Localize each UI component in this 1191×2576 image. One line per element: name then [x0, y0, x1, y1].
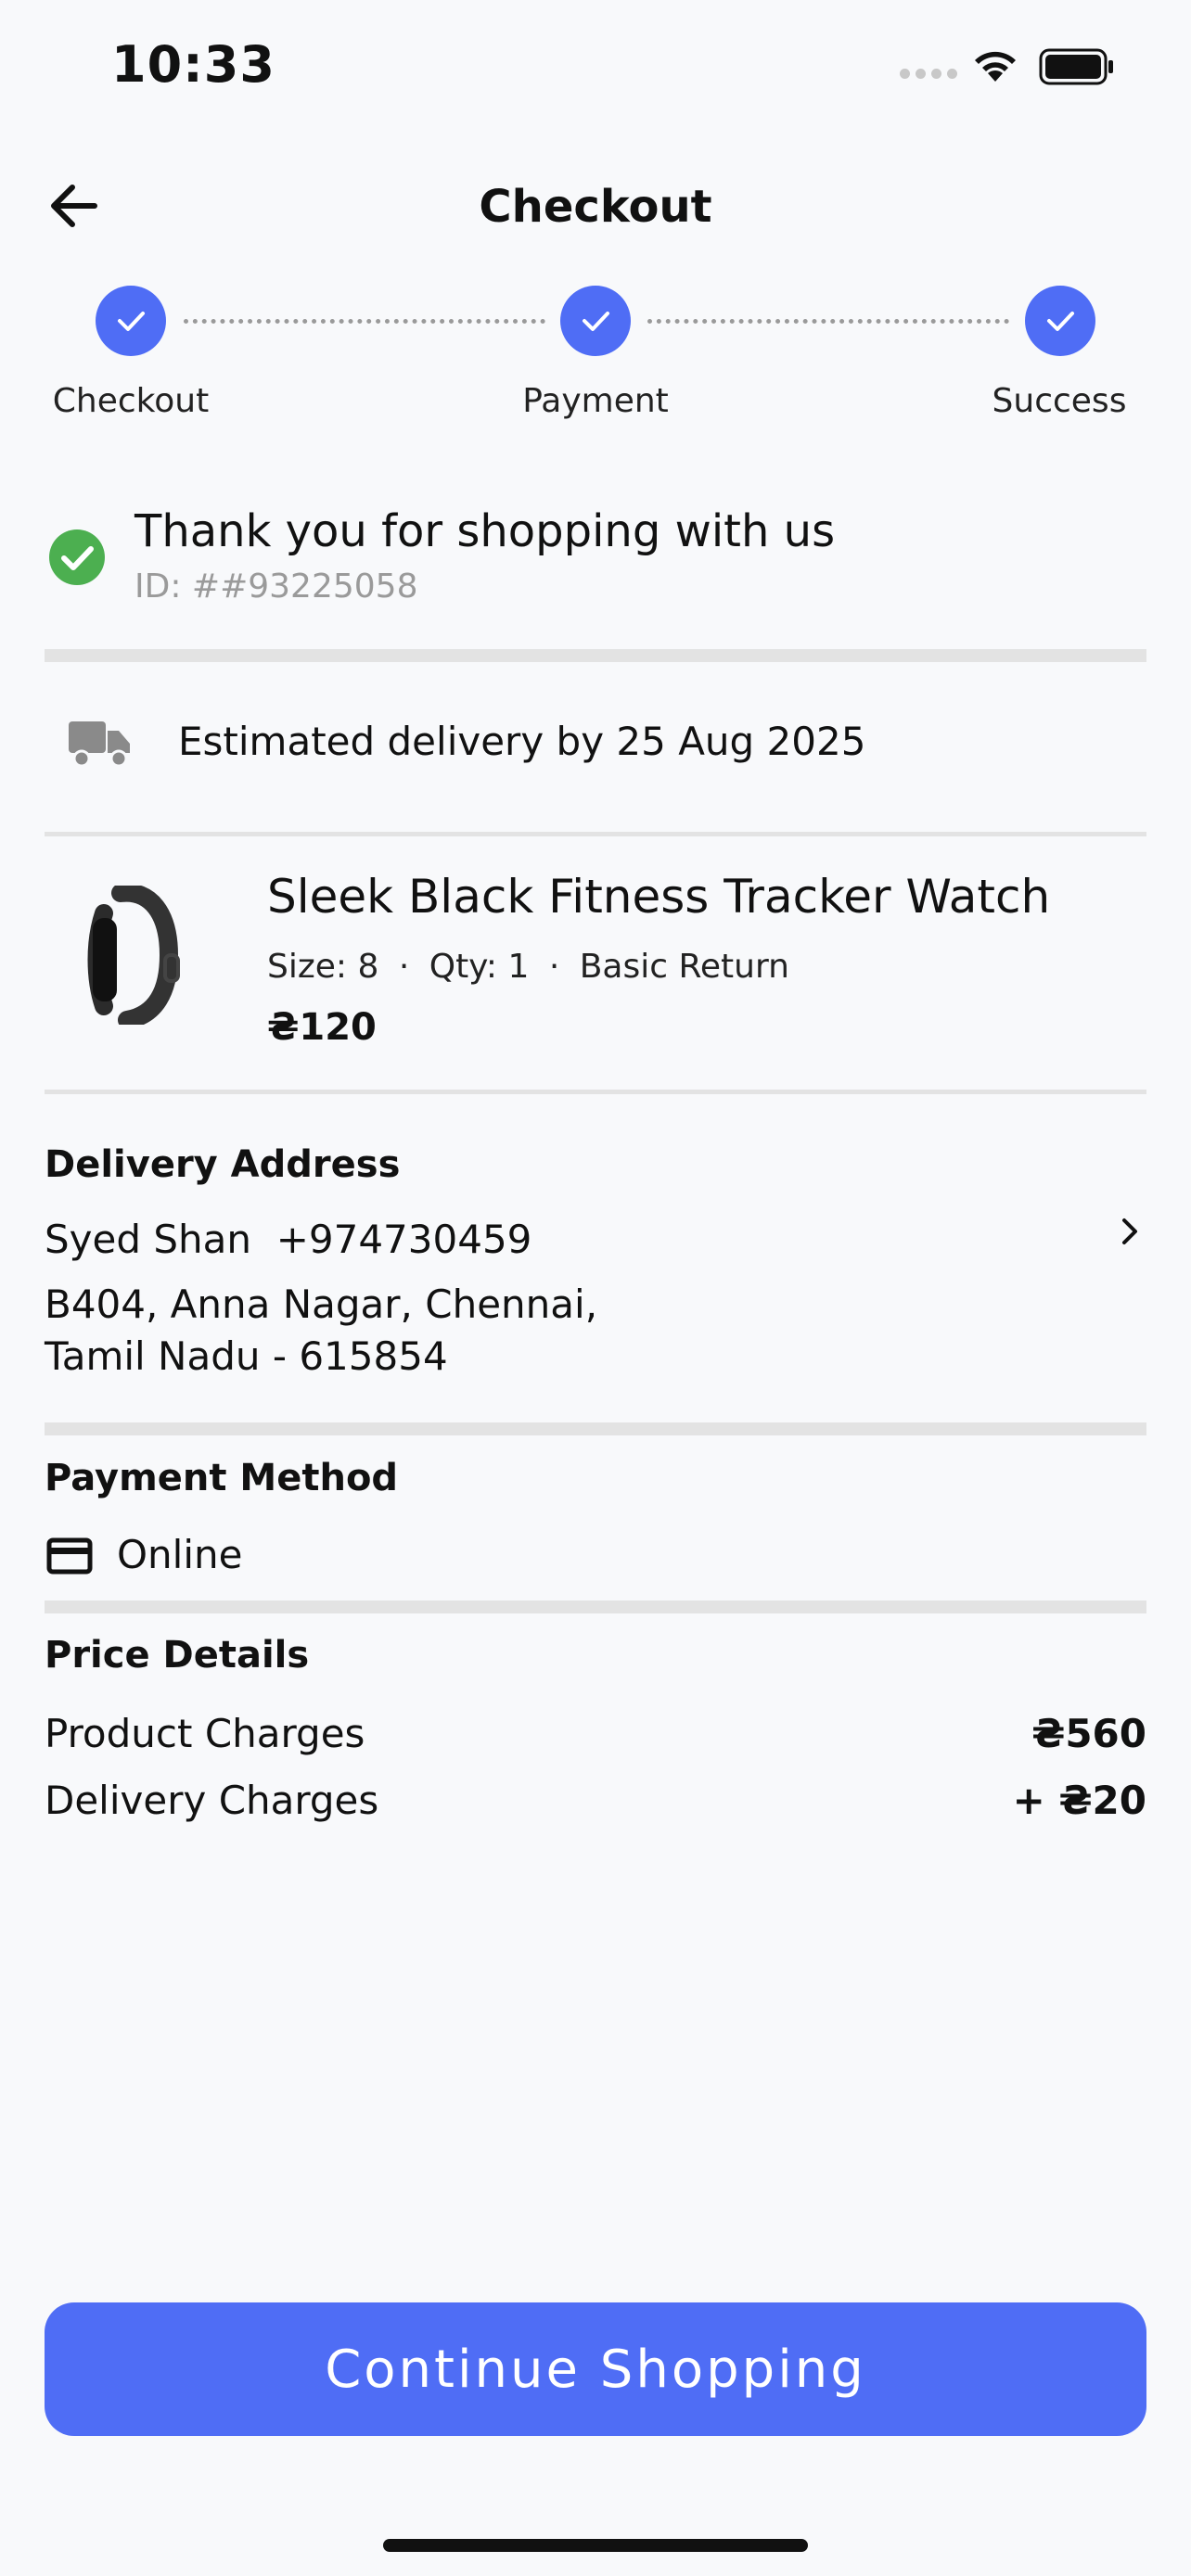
payment-method-value: Online	[117, 1532, 243, 1577]
step-connector	[184, 319, 545, 324]
price-details-title: Price Details	[45, 1634, 310, 1677]
step-success-check-icon	[1025, 286, 1095, 356]
battery-icon	[1039, 48, 1117, 89]
payment-method-title: Payment Method	[45, 1457, 399, 1499]
step-label-payment: Payment	[522, 382, 669, 420]
price-row-label: Delivery Charges	[45, 1778, 379, 1823]
chevron-right-icon[interactable]	[1113, 1215, 1146, 1252]
price-row-value: + ₴20	[1012, 1778, 1146, 1823]
cellular-signal-icon	[900, 69, 957, 79]
step-checkout-check-icon	[96, 286, 166, 356]
success-check-icon	[48, 529, 106, 590]
wifi-icon	[969, 45, 1021, 87]
product-name[interactable]: Sleek Black Fitness Tracker Watch	[267, 870, 1050, 924]
delivery-address-title: Delivery Address	[45, 1143, 401, 1186]
order-success-title: Thank you for shopping with us	[134, 505, 836, 557]
product-image[interactable]	[76, 883, 197, 1029]
status-time: 10:33	[111, 35, 275, 94]
home-indicator	[383, 2539, 808, 2552]
product-qty: Qty: 1	[429, 948, 530, 986]
price-row-label: Product Charges	[45, 1711, 365, 1756]
product-size: Size: 8	[267, 948, 379, 986]
step-payment-check-icon	[560, 286, 631, 356]
section-divider	[45, 1090, 1146, 1094]
truck-icon	[67, 718, 132, 773]
product-return-policy: Basic Return	[579, 948, 789, 986]
price-row-value: ₴560	[1031, 1711, 1146, 1756]
delivery-estimate: Estimated delivery by 25 Aug 2025	[178, 719, 866, 764]
meta-separator: ·	[398, 948, 410, 986]
product-price: ₴120	[267, 1006, 377, 1049]
step-label-checkout: Checkout	[52, 382, 210, 420]
credit-card-icon	[46, 1537, 93, 1578]
section-divider	[45, 832, 1146, 836]
continue-shopping-button[interactable]: Continue Shopping	[45, 2302, 1146, 2436]
product-meta: Size: 8 · Qty: 1 · Basic Return	[267, 948, 789, 986]
step-label-success: Success	[992, 382, 1127, 420]
address-name-phone: Syed Shan +974730459	[45, 1217, 532, 1262]
order-id: ID: ##93225058	[134, 567, 418, 606]
section-divider	[45, 1422, 1146, 1435]
meta-separator: ·	[548, 948, 560, 986]
section-divider	[45, 649, 1146, 662]
step-connector	[647, 319, 1009, 324]
fitness-tracker-image	[87, 883, 180, 1029]
page-title: Checkout	[479, 181, 712, 233]
address-line-1: B404, Anna Nagar, Chennai,	[45, 1282, 598, 1327]
address-line-2: Tamil Nadu - 615854	[45, 1333, 448, 1379]
section-divider	[45, 1600, 1146, 1613]
